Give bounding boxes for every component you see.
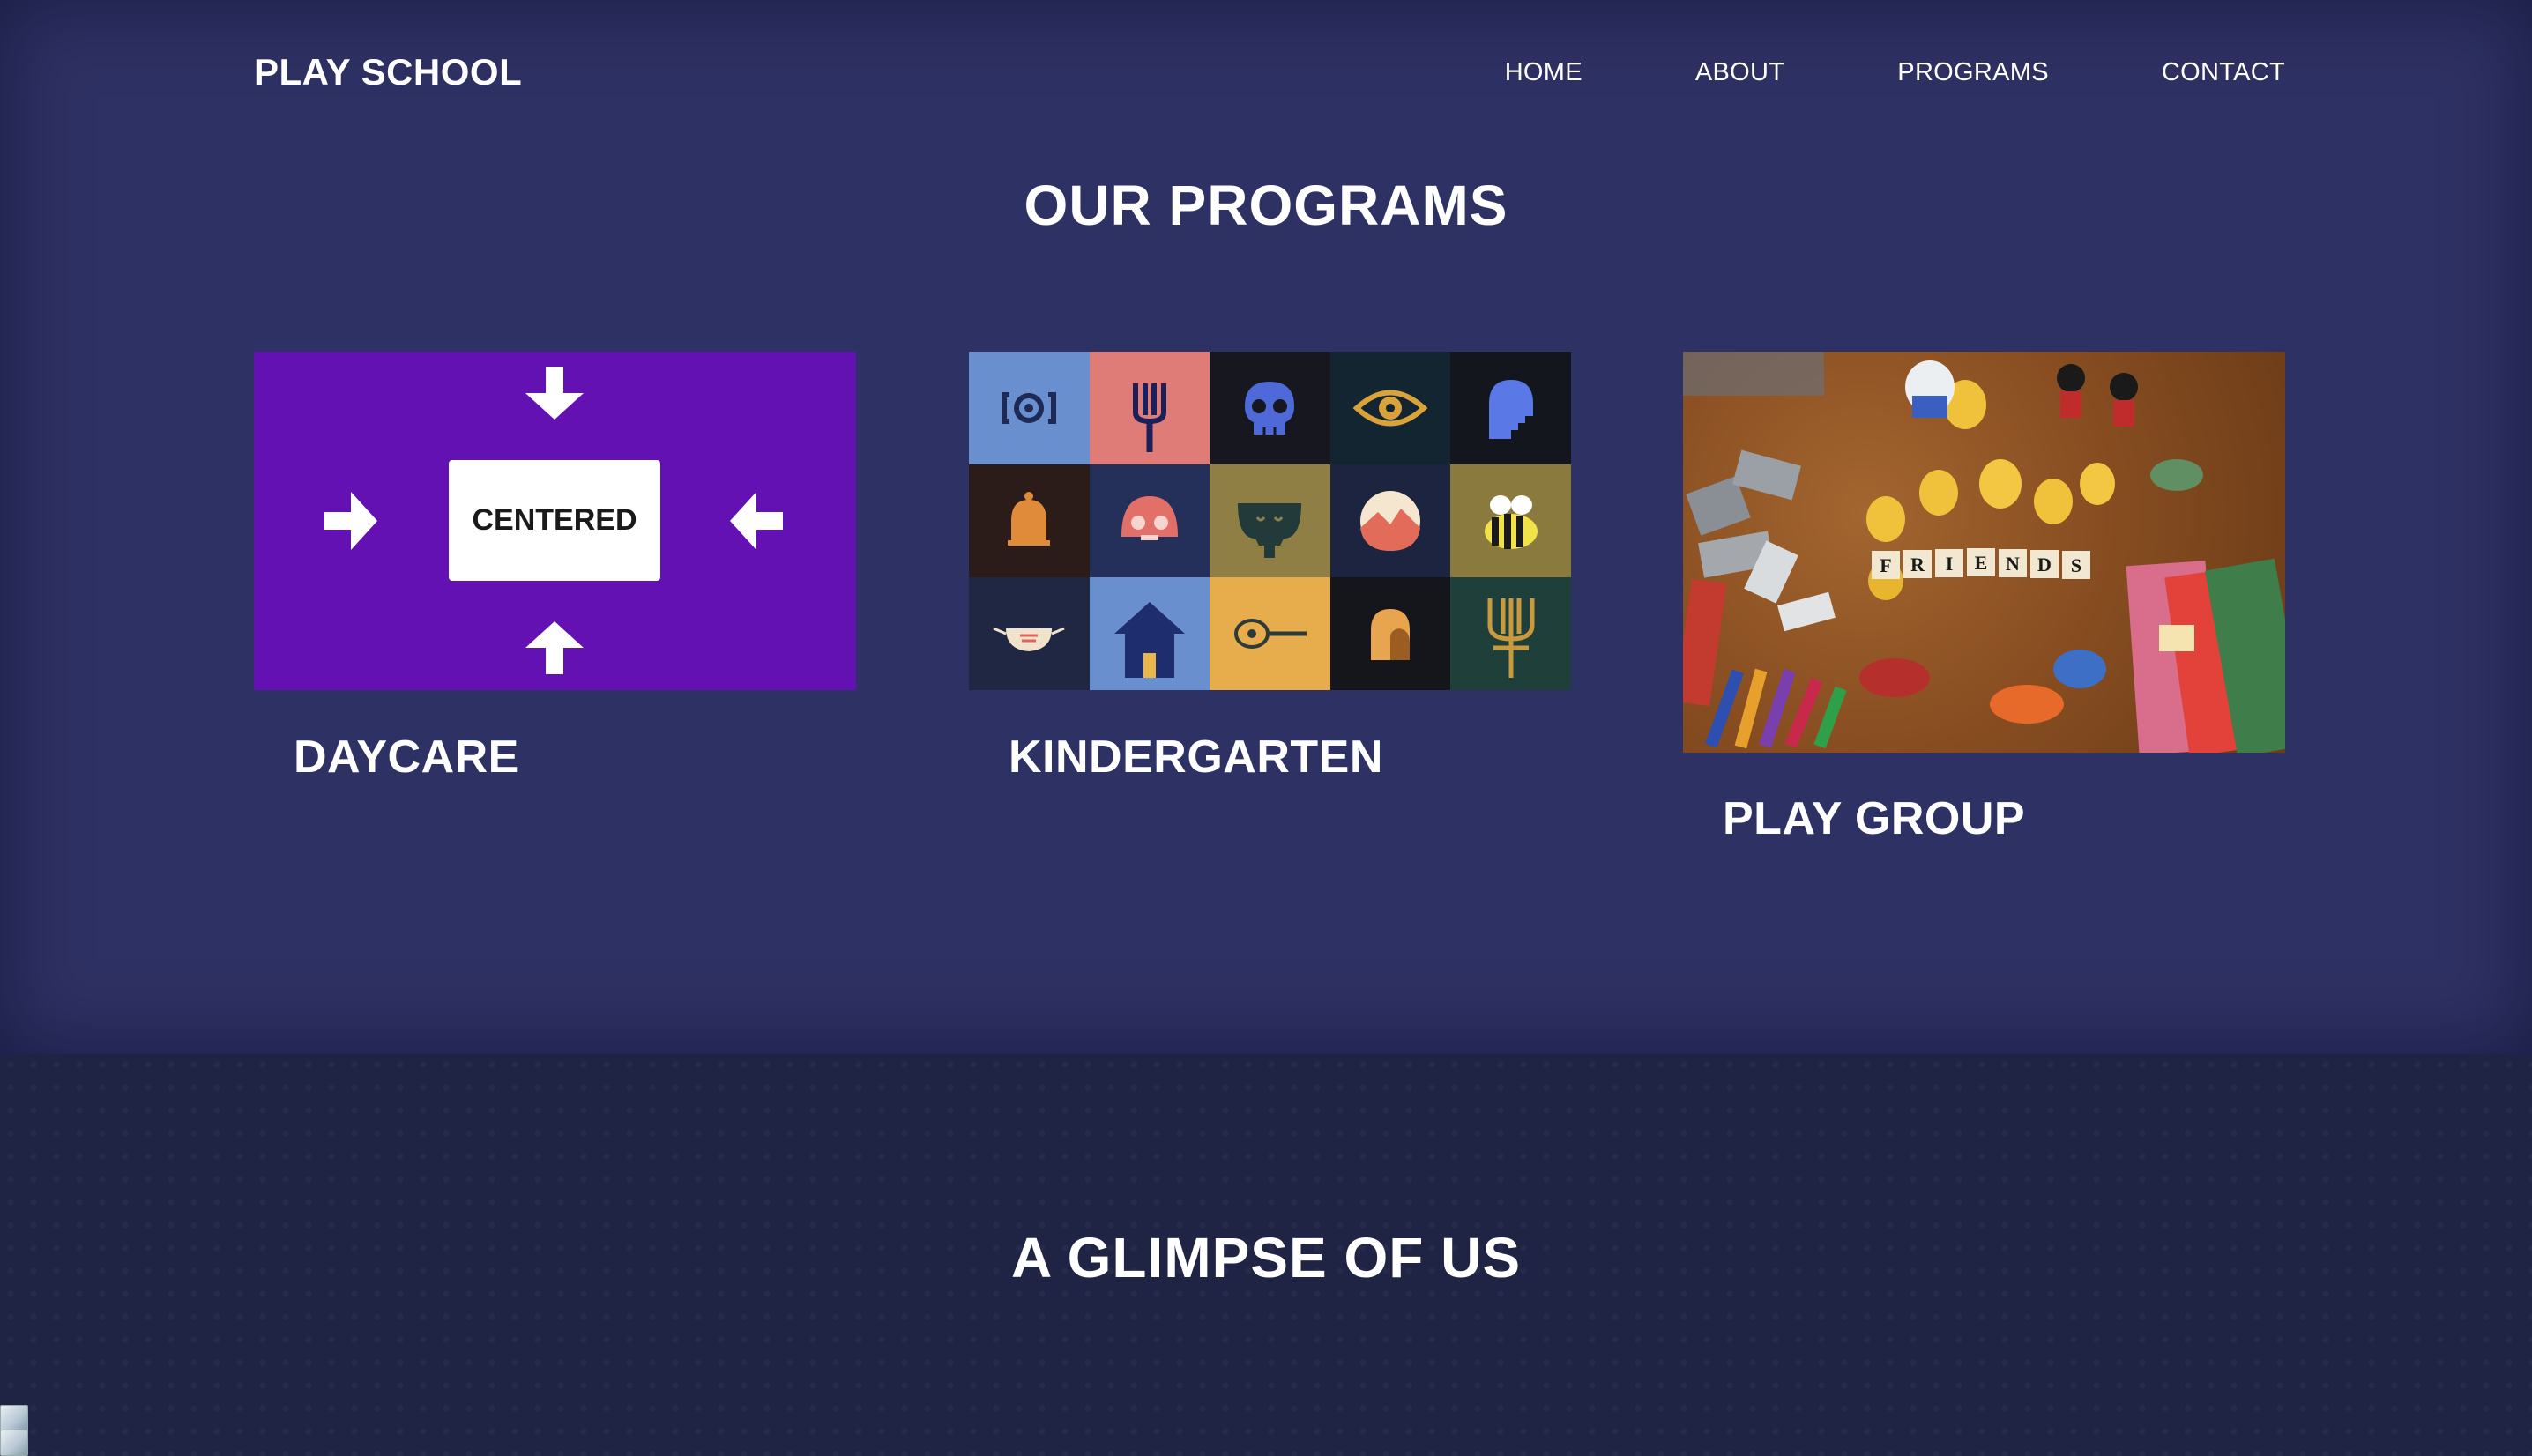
tile-door xyxy=(1329,577,1451,690)
nav-link-about[interactable]: ABOUT xyxy=(1695,58,1784,87)
bell-icon xyxy=(1008,492,1051,546)
navbar: PLAY SCHOOL HOME ABOUT PROGRAMS CONTACT xyxy=(254,46,2285,99)
tile-guitar xyxy=(1210,577,1330,690)
tile-fork xyxy=(1089,352,1210,464)
nav-links: HOME ABOUT PROGRAMS CONTACT xyxy=(1392,58,2285,87)
svg-text:N: N xyxy=(2006,553,2020,575)
tile-elephant xyxy=(1210,464,1330,577)
program-title-kindergarten: KINDERGARTEN xyxy=(1009,732,1383,783)
arrow-left-icon xyxy=(730,492,783,550)
daycare-image: CENTERED xyxy=(254,352,856,690)
tile-record xyxy=(969,352,1090,464)
tile-bee xyxy=(1450,464,1571,577)
svg-text:F: F xyxy=(1880,554,1891,576)
tile-skull xyxy=(1210,352,1330,464)
tile-eye xyxy=(1329,352,1451,464)
door-icon xyxy=(1371,609,1411,660)
program-card-daycare[interactable]: CENTERED DAYCARE xyxy=(254,352,856,783)
arrow-up-icon xyxy=(525,621,584,674)
face-mask-icon xyxy=(993,627,1065,651)
svg-text:D: D xyxy=(2037,553,2052,576)
svg-text:E: E xyxy=(1975,552,1988,574)
tile-house xyxy=(1089,577,1210,690)
tile-arch xyxy=(1450,352,1571,464)
tile-bell xyxy=(969,464,1090,577)
eye-icon xyxy=(1352,390,1428,427)
record-icon xyxy=(1002,392,1057,424)
arch-stairs-icon xyxy=(1488,380,1533,439)
tile-mountain xyxy=(1329,464,1451,577)
svg-text:S: S xyxy=(2071,554,2081,576)
nav-link-home[interactable]: HOME xyxy=(1505,58,1582,87)
kindergarten-image xyxy=(969,352,1571,690)
tile-mushroom xyxy=(1089,464,1210,577)
svg-text:I: I xyxy=(1946,553,1954,575)
program-title-playgroup: PLAY GROUP xyxy=(1723,793,2026,844)
broken-image-icon xyxy=(0,1405,28,1431)
arrow-down-icon xyxy=(525,367,584,420)
guitar-icon xyxy=(1234,619,1307,649)
friends-tiles: F R I E N D S xyxy=(1872,548,2090,579)
program-card-playgroup[interactable]: F R I E N D S PLAY GROUP xyxy=(1683,352,2285,844)
nav-link-contact[interactable]: CONTACT xyxy=(2162,58,2285,87)
tile-candle xyxy=(1450,577,1571,690)
mountain-sun-icon xyxy=(1360,491,1421,551)
arrow-right-icon xyxy=(324,492,377,550)
brand-logo[interactable]: PLAY SCHOOL xyxy=(254,51,522,93)
skull-icon xyxy=(1245,382,1295,435)
elephant-icon xyxy=(1238,503,1302,558)
nav-link-programs[interactable]: PROGRAMS xyxy=(1897,58,2049,87)
programs-title: OUR PROGRAMS xyxy=(1024,174,1508,237)
programs-section: PLAY SCHOOL HOME ABOUT PROGRAMS CONTACT … xyxy=(0,0,2532,1054)
mushroom-icon xyxy=(1121,496,1178,540)
broken-image-icon xyxy=(0,1430,28,1456)
house-icon xyxy=(1113,602,1185,678)
tile-mask xyxy=(969,577,1090,690)
toys-photo-icon: F R I E N D S xyxy=(1683,352,2285,753)
bee-icon xyxy=(1484,495,1538,549)
centered-label: CENTERED xyxy=(449,460,660,581)
program-title-daycare: DAYCARE xyxy=(294,732,519,783)
svg-text:R: R xyxy=(1910,553,1925,576)
fork-icon xyxy=(1132,383,1166,452)
program-card-kindergarten[interactable]: KINDERGARTEN xyxy=(969,352,1571,783)
playgroup-image: F R I E N D S xyxy=(1683,352,2285,753)
glimpse-title: A GLIMPSE OF US xyxy=(1011,1226,1521,1289)
menorah-icon xyxy=(1487,598,1535,678)
